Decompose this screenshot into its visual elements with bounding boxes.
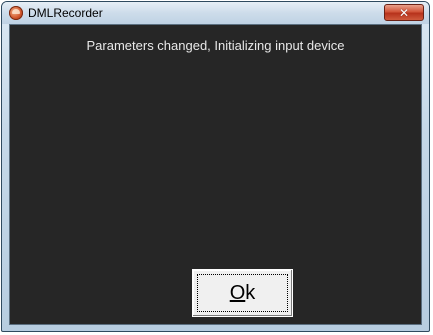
dialog-body: Parameters changed, Initializing input d… xyxy=(9,24,422,325)
status-message: Parameters changed, Initializing input d… xyxy=(86,38,345,53)
ok-button-mnemonic: O xyxy=(229,281,246,304)
title-bar[interactable]: DMLRecorder ✕ xyxy=(2,2,429,24)
window-title: DMLRecorder xyxy=(28,6,103,20)
dmlrecorder-app-icon xyxy=(9,6,23,20)
ok-button-label-rest: k xyxy=(245,281,256,304)
close-button[interactable]: ✕ xyxy=(384,4,424,21)
ok-button[interactable]: Ok xyxy=(192,269,293,317)
dialog-window: DMLRecorder ✕ Parameters changed, Initia… xyxy=(1,1,430,332)
ok-button-label: Ok xyxy=(230,282,256,305)
close-icon: ✕ xyxy=(398,5,410,20)
